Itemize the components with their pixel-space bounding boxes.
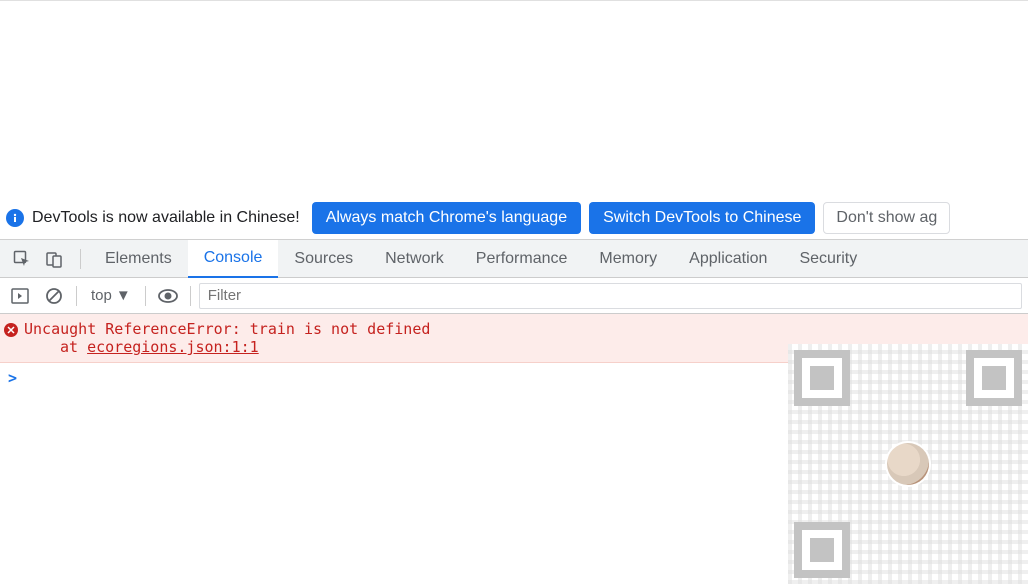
info-icon [6,209,24,227]
qr-center-avatar [887,443,929,485]
dismiss-infobar-button[interactable]: Don't show ag [823,202,950,234]
error-at-label: at [60,338,87,356]
error-source-link[interactable]: ecoregions.json:1:1 [87,338,259,356]
live-expression-icon[interactable] [154,282,182,310]
context-label: top [91,287,112,304]
tabbar-separator [80,249,81,269]
error-text: Uncaught ReferenceError: train is not de… [24,320,1020,338]
tab-performance[interactable]: Performance [460,240,584,278]
tab-elements[interactable]: Elements [89,240,188,278]
toggle-sidebar-icon[interactable] [6,282,34,310]
switch-language-button[interactable]: Switch DevTools to Chinese [589,202,815,234]
tab-network[interactable]: Network [369,240,460,278]
chevron-down-icon: ▼ [116,287,131,304]
tab-memory[interactable]: Memory [583,240,673,278]
tab-sources[interactable]: Sources [278,240,369,278]
error-icon [4,323,18,337]
tab-console[interactable]: Console [188,240,279,278]
toolbar-separator [76,286,77,306]
tab-application[interactable]: Application [673,240,783,278]
devtools-tabbar: Elements Console Sources Network Perform… [0,240,1028,278]
infobar-message: DevTools is now available in Chinese! [32,209,300,227]
clear-console-icon[interactable] [40,282,68,310]
qr-code-overlay [788,344,1028,584]
filter-input[interactable] [199,283,1022,309]
language-infobar: DevTools is now available in Chinese! Al… [0,197,1028,240]
toolbar-separator [190,286,191,306]
toolbar-separator [145,286,146,306]
tab-security[interactable]: Security [783,240,873,278]
console-toolbar: top ▼ [0,278,1028,314]
inspect-element-icon[interactable] [8,245,36,273]
chevron-right-icon: > [8,369,17,387]
device-toolbar-icon[interactable] [40,245,68,273]
execution-context-select[interactable]: top ▼ [85,285,137,306]
match-language-button[interactable]: Always match Chrome's language [312,202,581,234]
page-content-area [0,0,1028,197]
